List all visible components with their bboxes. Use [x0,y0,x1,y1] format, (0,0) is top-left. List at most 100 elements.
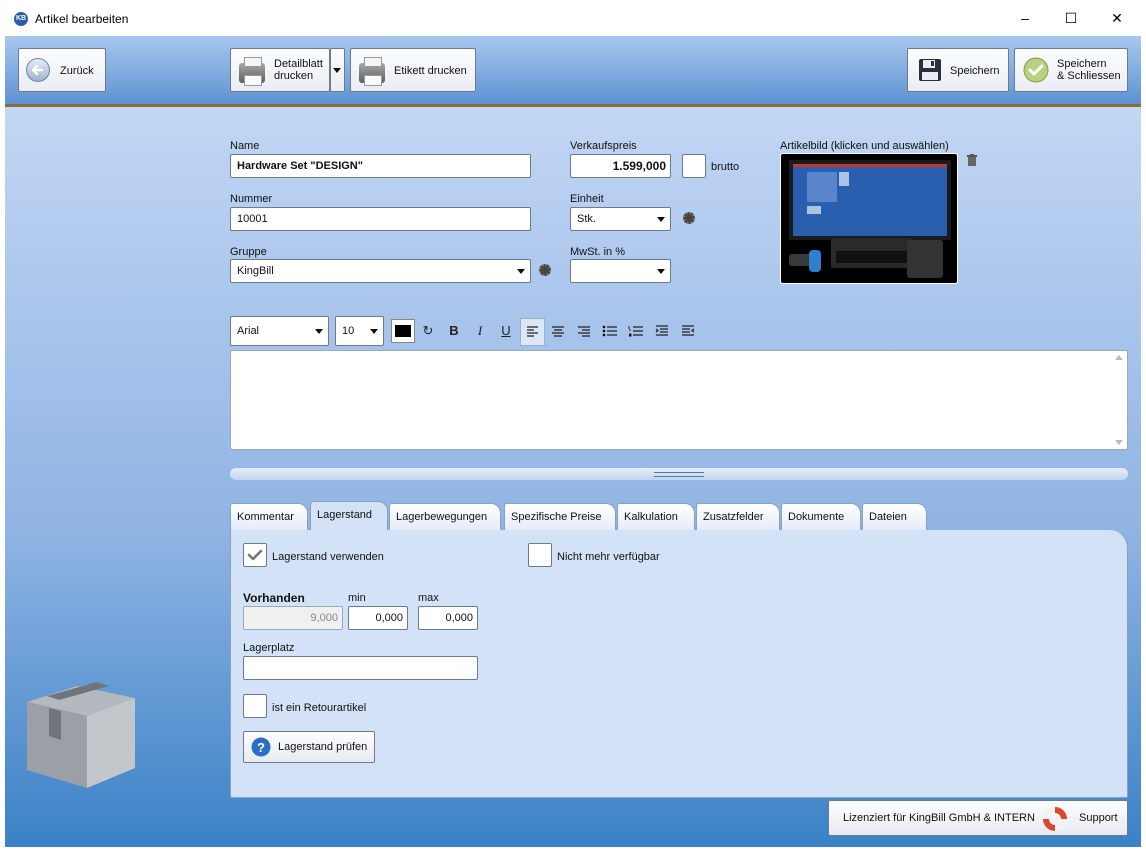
italic-button[interactable]: I [469,320,491,342]
chevron-down-icon [652,260,670,282]
svg-text:?: ? [257,740,265,755]
save-close-label-2: & Schliessen [1057,70,1121,82]
detail-print-button[interactable]: Detailblatt drucken [230,48,330,92]
font-size-select-value: 10 [342,325,355,337]
return-item-checkbox[interactable] [243,694,267,718]
save-close-button[interactable]: Speichern & Schliessen [1014,48,1128,92]
name-label: Name [230,140,260,152]
available-input: 9,000 [243,606,343,630]
font-size-select[interactable]: 10 [335,316,384,346]
align-left-icon [527,326,538,337]
article-photo [789,160,951,278]
align-left-button[interactable] [520,318,545,346]
group-select[interactable]: KingBill [230,259,531,283]
bullet-list-icon[interactable] [599,320,621,342]
check-stock-button[interactable]: ? Lagerstand prüfen [243,731,375,763]
align-right-icon[interactable] [573,320,595,342]
not-available-checkbox[interactable] [528,543,552,567]
close-icon[interactable]: ✕ [1094,0,1140,36]
gear-icon[interactable] [539,264,551,276]
unit-select-value: Stk. [577,213,596,225]
underline-button[interactable]: U [495,320,517,342]
min-label: min [348,592,366,604]
vat-select[interactable] [570,259,671,283]
image-label: Artikelbild (klicken und auswählen) [780,140,949,152]
chevron-down-icon [333,68,341,73]
splitter-handle[interactable] [230,468,1128,480]
detail-print-label-2: drucken [274,70,314,82]
not-available-label: Nicht mehr verfügbar [557,551,660,563]
title-bar [0,0,1146,36]
group-select-value: KingBill [237,265,274,277]
box-icon [27,682,135,788]
back-button[interactable]: Zurück [18,48,106,92]
number-input[interactable]: 10001 [230,207,531,231]
group-label: Gruppe [230,246,267,258]
unit-select[interactable]: Stk. [570,207,671,231]
outdent-icon[interactable] [677,320,699,342]
app-logo-icon: KB [14,12,28,26]
tab-dokumente[interactable]: Dokumente [781,503,861,530]
name-input[interactable]: Hardware Set "DESIGN" [230,154,531,178]
save-button-label: Speichern [950,65,1000,77]
bold-button[interactable]: B [443,320,465,342]
gear-icon[interactable] [683,212,695,224]
tab-spezifische-preise[interactable]: Spezifische Preise [504,503,616,530]
max-label: max [418,592,439,604]
align-center-icon[interactable] [547,320,569,342]
detail-print-dropdown[interactable] [330,48,345,92]
arrow-left-icon [26,58,50,82]
font-select[interactable]: Arial [230,316,329,346]
price-label: Verkaufspreis [570,140,637,152]
label-print-button[interactable]: Etikett drucken [350,48,476,92]
printer-icon [359,57,385,86]
undo-icon[interactable]: ↻ [417,320,439,342]
available-label: Vorhanden [243,591,305,605]
tab-zusatzfelder[interactable]: Zusatzfelder [696,503,780,530]
support-label: Support [1079,812,1118,824]
chevron-down-icon [652,208,670,230]
number-label: Nummer [230,193,273,205]
brutto-checkbox[interactable] [682,154,706,178]
printer-icon [239,57,265,86]
scroll-up-icon[interactable] [1115,355,1123,360]
trash-icon[interactable] [967,154,977,166]
brutto-label: brutto [711,161,740,173]
tab-dateien[interactable]: Dateien [862,503,927,530]
tab-kalkulation[interactable]: Kalkulation [617,503,695,530]
tab-lagerstand[interactable]: Lagerstand [310,501,388,531]
unit-label: Einheit [570,193,604,205]
window-title: Artikel bearbeiten [35,12,129,26]
tab-lagerbewegungen[interactable]: Lagerbewegungen [389,503,501,530]
chevron-down-icon [310,320,328,342]
comment-editor[interactable] [230,350,1128,450]
use-stock-checkbox[interactable] [243,543,267,567]
location-label: Lagerplatz [243,642,295,654]
back-button-label: Zurück [60,65,94,77]
article-image[interactable] [780,153,958,284]
min-input[interactable]: 0,000 [348,606,408,630]
text-color-button[interactable] [391,319,415,343]
color-swatch [395,325,411,337]
maximize-icon[interactable]: ☐ [1048,0,1094,36]
chevron-down-icon [512,260,530,282]
numbered-list-icon[interactable] [625,320,647,342]
save-button[interactable]: Speichern [907,48,1009,92]
price-input[interactable]: 1.599,000 [570,154,671,178]
font-select-value: Arial [237,325,260,337]
save-close-label-1: Speichern [1057,58,1107,70]
floppy-disk-icon [919,59,941,81]
tab-kommentar[interactable]: Kommentar [230,503,308,530]
scroll-down-icon[interactable] [1115,440,1123,445]
return-item-label: ist ein Retourartikel [272,702,367,714]
checkmark-icon [247,549,263,561]
location-input[interactable] [243,656,478,680]
checkmark-icon [1023,57,1049,83]
indent-icon[interactable] [651,320,673,342]
max-input[interactable]: 0,000 [418,606,478,630]
license-support-button[interactable]: Lizenziert für KingBill GmbH & INTERN Su… [828,800,1128,836]
minimize-icon[interactable]: – [1002,0,1048,36]
chevron-down-icon [365,320,383,342]
use-stock-label: Lagerstand verwenden [272,551,384,563]
detail-print-label-1: Detailblatt [274,58,323,70]
